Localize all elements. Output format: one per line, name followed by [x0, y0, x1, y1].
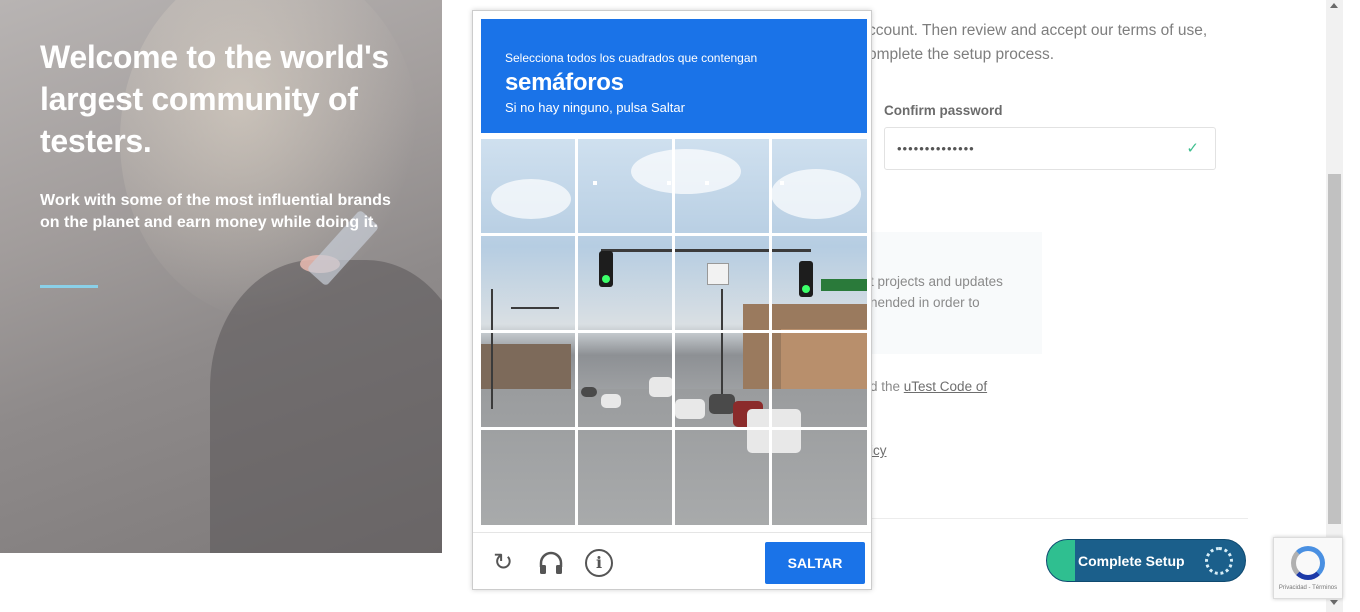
captcha-instruction: Selecciona todos los cuadrados que conte…: [505, 51, 758, 65]
hero-panel: Welcome to the world's largest community…: [0, 0, 442, 553]
hero-photo-person: [210, 260, 442, 553]
captcha-hint: Si no hay ninguno, pulsa Saltar: [505, 100, 685, 115]
panel-text-line2: nended in order to: [870, 295, 980, 310]
grid-marker: [667, 181, 671, 185]
confirm-password-label: Confirm password: [884, 103, 1003, 118]
loading-spinner-icon: [1205, 547, 1233, 575]
traffic-light: [599, 251, 613, 287]
scroll-up-arrow-icon[interactable]: [1330, 3, 1338, 8]
street-car: [675, 399, 705, 419]
street-car: [649, 377, 673, 397]
street-pole: [721, 289, 723, 409]
code-of-conduct-link[interactable]: uTest Code of: [904, 379, 987, 394]
form-divider: [870, 518, 1248, 519]
reload-icon[interactable]: ↻: [489, 549, 517, 577]
scroll-down-arrow-icon[interactable]: [1330, 600, 1338, 605]
grid-divider: [481, 427, 867, 430]
privacy-policy-link[interactable]: icy: [870, 443, 887, 458]
sky-cloud: [491, 179, 571, 219]
page-scrollbar[interactable]: [1326, 0, 1343, 612]
check-icon: ✓: [1186, 140, 1199, 157]
code-of-conduct-prefix: d the: [870, 379, 904, 394]
street-pole: [491, 289, 493, 409]
sky-cloud: [631, 149, 741, 194]
grid-marker: [593, 181, 597, 185]
hero-heading: Welcome to the world's largest community…: [40, 39, 389, 159]
captcha-target: semáforos: [505, 69, 624, 96]
confirm-password-value: ••••••••••••••: [897, 141, 975, 156]
newsletter-panel: t projects and updates nended in order t…: [868, 232, 1042, 354]
street-sign: [821, 279, 867, 291]
complete-setup-button[interactable]: Complete Setup: [1046, 539, 1246, 582]
code-of-conduct-text: d the uTest Code of: [870, 379, 987, 394]
traffic-light: [799, 261, 813, 297]
grid-divider: [481, 330, 867, 333]
street-car: [709, 394, 735, 414]
scrollbar-thumb[interactable]: [1328, 174, 1341, 524]
street-pole: [511, 307, 559, 309]
hero-subheading: Work with some of the most influential b…: [40, 192, 391, 231]
captcha-dialog: Selecciona todos los cuadrados que conte…: [472, 10, 872, 590]
captcha-header: Selecciona todos los cuadrados que conte…: [481, 19, 867, 133]
panel-text-line1: t projects and updates: [870, 274, 1003, 289]
grid-divider: [481, 233, 867, 236]
street-car: [581, 387, 597, 397]
street-car: [747, 409, 801, 453]
captcha-image-grid[interactable]: [481, 139, 867, 525]
confirm-password-field[interactable]: •••••••••••••• ✓: [884, 127, 1216, 170]
intro-text-line2: omplete the setup process.: [868, 46, 1055, 63]
recaptcha-badge-links[interactable]: Privacidad - Términos: [1274, 585, 1342, 591]
headphones-icon[interactable]: [537, 549, 565, 577]
complete-setup-label: Complete Setup: [1078, 553, 1185, 569]
recaptcha-badge[interactable]: Privacidad - Términos: [1273, 537, 1343, 599]
intro-text-line1: ccount. Then review and accept our terms…: [868, 22, 1208, 39]
grid-marker: [705, 181, 709, 185]
recaptcha-logo-icon: [1291, 546, 1325, 580]
captcha-footer-divider: [473, 532, 871, 533]
traffic-light-arm: [601, 249, 811, 252]
hero-divider: [40, 285, 98, 288]
page: Welcome to the world's largest community…: [0, 0, 1360, 612]
sky-cloud: [771, 169, 861, 219]
street-car: [601, 394, 621, 408]
road-sign: [707, 263, 729, 285]
grid-marker: [780, 181, 784, 185]
skip-button[interactable]: SALTAR: [765, 542, 865, 584]
complete-setup-accent: [1047, 540, 1075, 581]
info-icon[interactable]: i: [585, 549, 613, 577]
